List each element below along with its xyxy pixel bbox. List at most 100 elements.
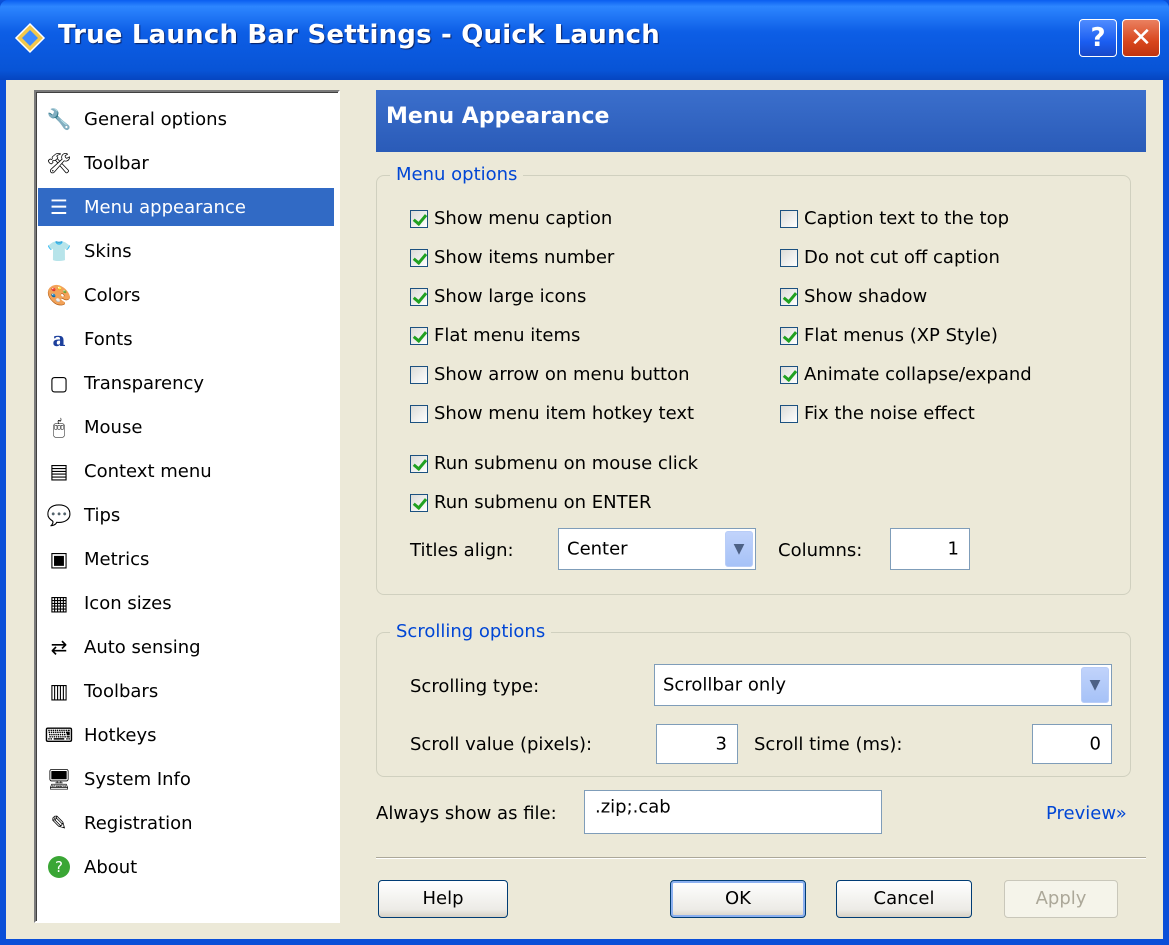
checkbox-label: Flat menus (XP Style) (804, 325, 998, 346)
auto-sensing-icon: ⇄ (50, 635, 68, 659)
checkbox-show-shadow[interactable]: Show shadow (780, 286, 927, 307)
checkbox-show-large-icons[interactable]: Show large icons (410, 286, 586, 307)
checkbox-show-arrow-on-menu-button[interactable]: Show arrow on menu button (410, 364, 690, 385)
checkbox-unchecked-icon[interactable] (410, 365, 428, 384)
scrolling-type-select[interactable]: Scrollbar only ▼ (654, 664, 1112, 706)
checkbox-run-submenu-on-mouse-click[interactable]: Run submenu on mouse click (410, 453, 698, 474)
colors-icon: 🎨 (46, 283, 72, 307)
sidebar-item-auto-sensing[interactable]: ⇄ Auto sensing (38, 628, 334, 666)
sidebar-item-metrics[interactable]: ▣ Metrics (38, 540, 334, 578)
columns-value: 1 (947, 538, 959, 560)
sidebar-item-registration[interactable]: ✎ Registration (38, 804, 334, 842)
sidebar-item-colors[interactable]: 🎨 Colors (38, 276, 334, 314)
sidebar-item-system-info[interactable]: 🖥 System Info (38, 760, 334, 798)
sidebar-item-general-options[interactable]: 🔧 General options (38, 100, 334, 138)
checkbox-checked-icon[interactable] (780, 287, 798, 306)
help-button[interactable]: Help (378, 880, 508, 918)
category-list[interactable]: 🔧 General options 🛠 Toolbar ☰ Menu appearance… (34, 90, 340, 923)
sidebar-item-toolbars[interactable]: ▥ Toolbars (38, 672, 334, 710)
divider (376, 857, 1146, 859)
checkbox-fix-the-noise-effect[interactable]: Fix the noise effect (780, 403, 975, 424)
checkbox-label: Animate collapse/expand (804, 364, 1032, 385)
checkbox-checked-icon[interactable] (410, 326, 428, 345)
sidebar-item-about[interactable]: ? About (38, 848, 334, 886)
sidebar-item-label: Mouse (84, 416, 143, 438)
sidebar-item-label: About (84, 856, 138, 878)
always-show-field[interactable]: .zip;.cab (584, 790, 882, 834)
checkbox-animate-collapse-expand[interactable]: Animate collapse/expand (780, 364, 1032, 385)
sidebar-item-hotkeys[interactable]: ⌨ Hotkeys (38, 716, 334, 754)
scroll-value-field[interactable]: 3 (656, 724, 738, 764)
sidebar-item-context-menu[interactable]: ▤ Context menu (38, 452, 334, 490)
sidebar-item-label: Context menu (84, 460, 212, 482)
sidebar-item-label: Registration (84, 812, 193, 834)
checkbox-checked-icon[interactable] (410, 209, 428, 228)
system-info-icon: 🖥 (46, 767, 72, 791)
checkbox-label: Show arrow on menu button (434, 364, 690, 385)
checkbox-flat-menus-xp-style-[interactable]: Flat menus (XP Style) (780, 325, 998, 346)
sidebar-item-fonts[interactable]: a Fonts (38, 320, 334, 358)
sidebar-item-mouse[interactable]: 🖱 Mouse (38, 408, 334, 446)
sidebar-item-transparency[interactable]: ▢ Transparency (38, 364, 334, 402)
apply-button[interactable]: Apply (1004, 880, 1118, 918)
checkbox-flat-menu-items[interactable]: Flat menu items (410, 325, 580, 346)
sidebar-item-tips[interactable]: 💬 Tips (38, 496, 334, 534)
sidebar-item-menu-appearance[interactable]: ☰ Menu appearance (38, 188, 334, 226)
sidebar-item-label: Icon sizes (84, 592, 172, 614)
checkbox-caption-text-to-the-top[interactable]: Caption text to the top (780, 208, 1009, 229)
page-title: Menu Appearance (386, 104, 610, 129)
checkbox-checked-icon[interactable] (780, 365, 798, 384)
checkbox-label: Show shadow (804, 286, 928, 307)
always-show-label: Always show as file: (376, 803, 557, 824)
checkbox-unchecked-icon[interactable] (780, 248, 798, 267)
checkbox-checked-icon[interactable] (410, 287, 428, 306)
checkbox-run-submenu-on-enter[interactable]: Run submenu on ENTER (410, 492, 651, 513)
fonts-icon: a (52, 327, 66, 351)
checkbox-unchecked-icon[interactable] (780, 404, 798, 423)
checkbox-show-menu-caption[interactable]: Show menu caption (410, 208, 612, 229)
mouse-icon: 🖱 (53, 415, 65, 439)
checkbox-unchecked-icon[interactable] (410, 404, 428, 423)
checkbox-unchecked-icon[interactable] (780, 209, 798, 228)
ok-button[interactable]: OK (670, 880, 806, 918)
window-title: True Launch Bar Settings - Quick Launch (58, 20, 660, 50)
cancel-button[interactable]: Cancel (836, 880, 972, 918)
sidebar-item-label: System Info (84, 768, 191, 790)
checkbox-show-menu-item-hotkey-text[interactable]: Show menu item hotkey text (410, 403, 694, 424)
sidebar-item-label: Transparency (84, 372, 205, 394)
checkbox-label: Run submenu on ENTER (434, 492, 652, 513)
sidebar-item-label: Menu appearance (84, 196, 246, 218)
sidebar-item-label: Tips (84, 504, 121, 526)
checkbox-do-not-cut-off-caption[interactable]: Do not cut off caption (780, 247, 1000, 268)
metrics-icon: ▣ (49, 547, 69, 571)
chevron-down-icon[interactable]: ▼ (725, 531, 753, 567)
wrench-icon: 🔧 (46, 107, 72, 131)
checkbox-checked-icon[interactable] (410, 493, 428, 512)
titles-align-select[interactable]: Center ▼ (558, 528, 756, 570)
sidebar-item-skins[interactable]: 👕 Skins (38, 232, 334, 270)
checkbox-checked-icon[interactable] (410, 454, 428, 473)
preview-link[interactable]: Preview» (1046, 803, 1127, 824)
sidebar-item-toolbar[interactable]: 🛠 Toolbar (38, 144, 334, 182)
icon-sizes-icon: ▦ (49, 591, 69, 615)
about-icon: ? (48, 856, 70, 878)
chevron-down-icon[interactable]: ▼ (1081, 667, 1109, 703)
page-header: Menu Appearance (376, 90, 1146, 152)
menu-options-legend: Menu options (390, 164, 524, 185)
sidebar-item-label: General options (84, 108, 227, 130)
scrolling-type-label: Scrolling type: (410, 676, 540, 697)
sidebar-item-icon-sizes[interactable]: ▦ Icon sizes (38, 584, 334, 622)
scroll-time-field[interactable]: 0 (1032, 724, 1112, 764)
sidebar-item-label: Toolbars (84, 680, 159, 702)
checkbox-checked-icon[interactable] (780, 326, 798, 345)
scrolling-options-legend: Scrolling options (390, 621, 552, 642)
checkbox-show-items-number[interactable]: Show items number (410, 247, 614, 268)
help-title-button[interactable]: ? (1079, 19, 1117, 57)
titles-align-value: Center (567, 538, 628, 560)
title-bar[interactable]: True Launch Bar Settings - Quick Launch … (0, 0, 1169, 80)
checkbox-checked-icon[interactable] (410, 248, 428, 267)
columns-field[interactable]: 1 (890, 528, 970, 570)
menu-icon: ☰ (50, 195, 68, 219)
close-button[interactable]: ✕ (1122, 19, 1160, 57)
tips-icon: 💬 (46, 503, 72, 527)
